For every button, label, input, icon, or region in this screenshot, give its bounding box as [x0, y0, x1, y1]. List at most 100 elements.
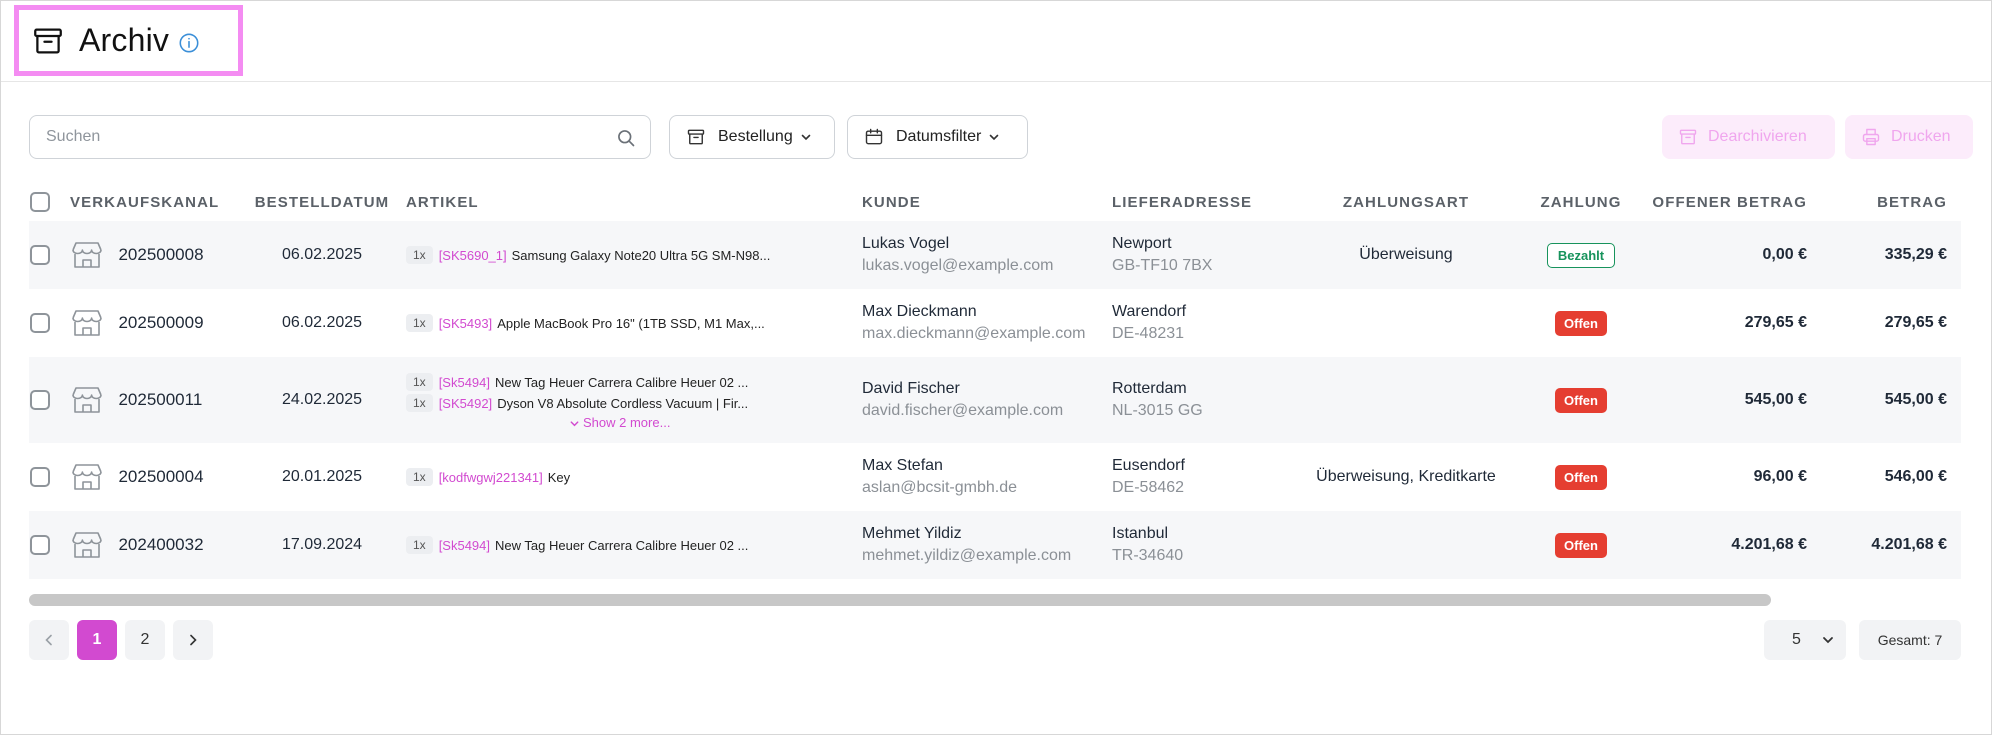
- page-button-1[interactable]: 1: [77, 620, 117, 660]
- archive-box-icon: [1679, 129, 1697, 145]
- status-badge: Offen: [1555, 387, 1607, 413]
- item-sku[interactable]: [SK5493]: [439, 316, 493, 331]
- item-sku[interactable]: [Sk5494]: [439, 538, 490, 553]
- table-row[interactable]: 202400032 17.09.2024 1x [Sk5494] New Tag H…: [29, 511, 1961, 579]
- row-select-cell: [29, 289, 69, 357]
- show-more-label: Show 2 more...: [583, 415, 671, 430]
- storefront-icon: [72, 242, 102, 268]
- page-button-2[interactable]: 2: [125, 620, 165, 660]
- page-title: Archiv: [79, 22, 170, 58]
- col-verkaufskanal[interactable]: VERKAUFSKANAL: [69, 183, 239, 221]
- order-number: 202500008: [118, 245, 204, 264]
- status-badge: Offen: [1555, 310, 1607, 336]
- storefront-icon: [72, 310, 102, 336]
- row-checkbox[interactable]: [30, 535, 50, 555]
- page-size-value: 5: [1792, 631, 1801, 648]
- channel-cell: 202500009: [69, 289, 239, 357]
- address-city: Istanbul: [1112, 525, 1169, 542]
- item-sku[interactable]: [SK5492]: [439, 396, 493, 411]
- chevron-down-icon: [570, 421, 579, 427]
- address-cell: Eusendorf DE-58462: [1111, 443, 1301, 511]
- address-city: Eusendorf: [1112, 457, 1185, 474]
- customer-name: Max Stefan: [862, 457, 943, 474]
- col-bestelldatum[interactable]: BESTELLDATUM: [239, 183, 405, 221]
- row-checkbox[interactable]: [30, 467, 50, 487]
- col-kunde[interactable]: KUNDE: [861, 183, 1111, 221]
- channel-cell: 202500011: [69, 357, 239, 443]
- table-row[interactable]: 202500009 06.02.2025 1x [SK5493] Apple Mac…: [29, 289, 1961, 357]
- scrollbar-thumb[interactable]: [29, 594, 1771, 606]
- horizontal-scrollbar[interactable]: [29, 594, 1961, 606]
- items-cell: 1x [kodfwgwj221341] Key: [405, 443, 861, 511]
- customer-name: Mehmet Yildiz: [862, 525, 962, 542]
- item-name: Dyson V8 Absolute Cordless Vacuum | Fir.…: [497, 395, 749, 411]
- prev-page-button[interactable]: [29, 620, 69, 660]
- channel-cell: 202400032: [69, 511, 239, 579]
- search-input[interactable]: [44, 116, 608, 158]
- order-date: 24.02.2025: [239, 357, 405, 443]
- item-sku[interactable]: [Sk5494]: [439, 375, 490, 390]
- info-icon[interactable]: [178, 32, 200, 54]
- search-icon[interactable]: [616, 128, 636, 148]
- calendar-icon: [865, 128, 883, 145]
- unarchive-label: Dearchivieren: [1708, 128, 1807, 145]
- customer-cell: David Fischer david.fischer@example.com: [861, 357, 1111, 443]
- select-all-checkbox[interactable]: [30, 192, 50, 212]
- unarchive-button[interactable]: Dearchivieren: [1662, 115, 1835, 159]
- payment-method: Überweisung: [1301, 221, 1511, 289]
- item-qty: 1x: [406, 394, 433, 412]
- row-select-cell: [29, 443, 69, 511]
- print-button[interactable]: Drucken: [1845, 115, 1973, 159]
- address-cell: Istanbul TR-34640: [1111, 511, 1301, 579]
- row-checkbox[interactable]: [30, 390, 50, 410]
- customer-cell: Mehmet Yildiz mehmet.yildiz@example.com: [861, 511, 1111, 579]
- item-sku[interactable]: [kodfwgwj221341]: [439, 470, 543, 485]
- payment-method: Überweisung, Kreditkarte: [1301, 443, 1511, 511]
- archive-table: VERKAUFSKANAL BESTELLDATUM ARTIKEL KUNDE…: [29, 183, 1961, 579]
- next-page-button[interactable]: [173, 620, 213, 660]
- archive-page: Archiv Bestellung: [0, 0, 1992, 735]
- pagination: 1 2: [29, 620, 221, 660]
- address-cell: Rotterdam NL-3015 GG: [1111, 357, 1301, 443]
- chevron-right-icon: [190, 634, 197, 646]
- date-filter-label: Datumsfilter: [896, 128, 982, 145]
- item-line: 1x [SK5493] Apple MacBook Pro 16" (1TB SSD…: [406, 314, 860, 332]
- order-number: 202500004: [118, 467, 204, 486]
- storefront-icon: [72, 464, 102, 490]
- col-artikel[interactable]: ARTIKEL: [405, 183, 861, 221]
- customer-email: mehmet.yildiz@example.com: [862, 547, 1072, 564]
- page-header: Archiv: [1, 1, 1991, 82]
- row-checkbox[interactable]: [30, 313, 50, 333]
- address-zip: NL-3015 GG: [1112, 402, 1203, 419]
- archive-box-icon: [34, 28, 62, 53]
- customer-name: David Fischer: [862, 380, 960, 397]
- channel-cell: 202500008: [69, 221, 239, 289]
- amount: 546,00 €: [1821, 443, 1961, 511]
- payment-status-cell: Offen: [1511, 289, 1651, 357]
- row-select-cell: [29, 511, 69, 579]
- print-label: Drucken: [1891, 128, 1951, 145]
- col-offener-betrag[interactable]: OFFENER BETRAG: [1651, 183, 1821, 221]
- date-filter-button[interactable]: Datumsfilter: [847, 115, 1028, 159]
- page-size-select[interactable]: 5: [1764, 620, 1846, 660]
- order-filter-button[interactable]: Bestellung: [669, 115, 835, 159]
- item-name: Apple MacBook Pro 16" (1TB SSD, M1 Max,.…: [497, 315, 765, 331]
- order-date: 20.01.2025: [239, 443, 405, 511]
- payment-status-cell: Offen: [1511, 511, 1651, 579]
- col-zahlung[interactable]: ZAHLUNG: [1511, 183, 1651, 221]
- status-badge: Bezahlt: [1546, 242, 1616, 268]
- item-sku[interactable]: [SK5690_1]: [439, 248, 507, 263]
- row-checkbox[interactable]: [30, 245, 50, 265]
- table-row[interactable]: 202500004 20.01.2025 1x [kodfwgwj221341] K…: [29, 443, 1961, 511]
- col-lieferadresse[interactable]: LIEFERADRESSE: [1111, 183, 1301, 221]
- show-more-link[interactable]: Show 2 more...: [406, 415, 860, 430]
- col-zahlungsart[interactable]: ZAHLUNGSART: [1301, 183, 1511, 221]
- table-row[interactable]: 202500011 24.02.2025 1x [Sk5494] New Tag H…: [29, 357, 1961, 443]
- address-cell: Warendorf DE-48231: [1111, 289, 1301, 357]
- order-date: 06.02.2025: [239, 221, 405, 289]
- address-zip: TR-34640: [1112, 547, 1184, 564]
- order-number: 202500009: [118, 313, 204, 332]
- col-betrag[interactable]: BETRAG: [1821, 183, 1961, 221]
- open-amount: 96,00 €: [1651, 443, 1821, 511]
- table-row[interactable]: 202500008 06.02.2025 1x [SK5690_1] Samsung…: [29, 221, 1961, 289]
